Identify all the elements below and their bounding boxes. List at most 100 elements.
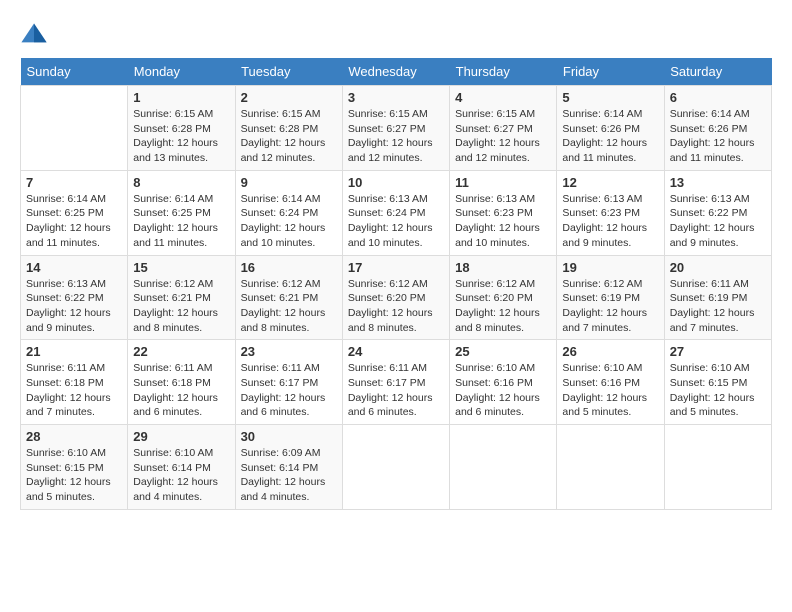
- day-info: Sunrise: 6:11 AMSunset: 6:17 PMDaylight:…: [348, 361, 444, 420]
- day-cell: 1 Sunrise: 6:15 AMSunset: 6:28 PMDaylight…: [128, 86, 235, 171]
- day-cell: 21 Sunrise: 6:11 AMSunset: 6:18 PMDayligh…: [21, 340, 128, 425]
- day-number: 12: [562, 175, 658, 190]
- day-info: Sunrise: 6:13 AMSunset: 6:23 PMDaylight:…: [562, 192, 658, 251]
- day-cell: [450, 425, 557, 510]
- day-cell: 8 Sunrise: 6:14 AMSunset: 6:25 PMDaylight…: [128, 170, 235, 255]
- day-number: 30: [241, 429, 337, 444]
- day-cell: 26 Sunrise: 6:10 AMSunset: 6:16 PMDayligh…: [557, 340, 664, 425]
- day-number: 3: [348, 90, 444, 105]
- day-number: 11: [455, 175, 551, 190]
- day-cell: 22 Sunrise: 6:11 AMSunset: 6:18 PMDayligh…: [128, 340, 235, 425]
- day-cell: [21, 86, 128, 171]
- day-info: Sunrise: 6:11 AMSunset: 6:18 PMDaylight:…: [133, 361, 229, 420]
- day-number: 6: [670, 90, 766, 105]
- day-info: Sunrise: 6:15 AMSunset: 6:27 PMDaylight:…: [455, 107, 551, 166]
- day-info: Sunrise: 6:14 AMSunset: 6:25 PMDaylight:…: [26, 192, 122, 251]
- day-number: 13: [670, 175, 766, 190]
- day-number: 2: [241, 90, 337, 105]
- day-cell: 3 Sunrise: 6:15 AMSunset: 6:27 PMDaylight…: [342, 86, 449, 171]
- day-info: Sunrise: 6:14 AMSunset: 6:25 PMDaylight:…: [133, 192, 229, 251]
- logo: [20, 20, 52, 48]
- day-info: Sunrise: 6:13 AMSunset: 6:23 PMDaylight:…: [455, 192, 551, 251]
- week-row-5: 28 Sunrise: 6:10 AMSunset: 6:15 PMDayligh…: [21, 425, 772, 510]
- day-cell: 18 Sunrise: 6:12 AMSunset: 6:20 PMDayligh…: [450, 255, 557, 340]
- day-number: 22: [133, 344, 229, 359]
- day-info: Sunrise: 6:10 AMSunset: 6:16 PMDaylight:…: [455, 361, 551, 420]
- day-cell: 19 Sunrise: 6:12 AMSunset: 6:19 PMDayligh…: [557, 255, 664, 340]
- day-number: 25: [455, 344, 551, 359]
- day-cell: 11 Sunrise: 6:13 AMSunset: 6:23 PMDayligh…: [450, 170, 557, 255]
- day-cell: 25 Sunrise: 6:10 AMSunset: 6:16 PMDayligh…: [450, 340, 557, 425]
- day-number: 17: [348, 260, 444, 275]
- header-cell-monday: Monday: [128, 58, 235, 86]
- day-info: Sunrise: 6:12 AMSunset: 6:19 PMDaylight:…: [562, 277, 658, 336]
- day-cell: [557, 425, 664, 510]
- day-cell: 20Sunrise: 6:11 AMSunset: 6:19 PMDayligh…: [664, 255, 771, 340]
- day-cell: 23 Sunrise: 6:11 AMSunset: 6:17 PMDayligh…: [235, 340, 342, 425]
- header-row: SundayMondayTuesdayWednesdayThursdayFrid…: [21, 58, 772, 86]
- day-number: 19: [562, 260, 658, 275]
- day-number: 15: [133, 260, 229, 275]
- header-cell-tuesday: Tuesday: [235, 58, 342, 86]
- day-info: Sunrise: 6:10 AMSunset: 6:14 PMDaylight:…: [133, 446, 229, 505]
- day-number: 24: [348, 344, 444, 359]
- day-cell: 5Sunrise: 6:14 AMSunset: 6:26 PMDaylight…: [557, 86, 664, 171]
- day-number: 21: [26, 344, 122, 359]
- day-cell: 30 Sunrise: 6:09 AMSunset: 6:14 PMDayligh…: [235, 425, 342, 510]
- header-cell-friday: Friday: [557, 58, 664, 86]
- day-info: Sunrise: 6:12 AMSunset: 6:21 PMDaylight:…: [133, 277, 229, 336]
- day-number: 18: [455, 260, 551, 275]
- day-cell: 7 Sunrise: 6:14 AMSunset: 6:25 PMDaylight…: [21, 170, 128, 255]
- day-info: Sunrise: 6:10 AMSunset: 6:15 PMDaylight:…: [26, 446, 122, 505]
- day-number: 28: [26, 429, 122, 444]
- day-cell: 13Sunrise: 6:13 AMSunset: 6:22 PMDayligh…: [664, 170, 771, 255]
- day-cell: 2 Sunrise: 6:15 AMSunset: 6:28 PMDaylight…: [235, 86, 342, 171]
- day-cell: 4 Sunrise: 6:15 AMSunset: 6:27 PMDaylight…: [450, 86, 557, 171]
- day-info: Sunrise: 6:15 AMSunset: 6:27 PMDaylight:…: [348, 107, 444, 166]
- day-info: Sunrise: 6:13 AMSunset: 6:22 PMDaylight:…: [26, 277, 122, 336]
- week-row-3: 14 Sunrise: 6:13 AMSunset: 6:22 PMDayligh…: [21, 255, 772, 340]
- day-info: Sunrise: 6:11 AMSunset: 6:17 PMDaylight:…: [241, 361, 337, 420]
- week-row-2: 7 Sunrise: 6:14 AMSunset: 6:25 PMDaylight…: [21, 170, 772, 255]
- day-number: 14: [26, 260, 122, 275]
- day-cell: [342, 425, 449, 510]
- header-cell-wednesday: Wednesday: [342, 58, 449, 86]
- day-number: 1: [133, 90, 229, 105]
- day-number: 23: [241, 344, 337, 359]
- week-row-1: 1 Sunrise: 6:15 AMSunset: 6:28 PMDaylight…: [21, 86, 772, 171]
- day-cell: 17 Sunrise: 6:12 AMSunset: 6:20 PMDayligh…: [342, 255, 449, 340]
- day-number: 20: [670, 260, 766, 275]
- logo-icon: [20, 20, 48, 48]
- day-info: Sunrise: 6:12 AMSunset: 6:20 PMDaylight:…: [455, 277, 551, 336]
- day-number: 27: [670, 344, 766, 359]
- day-cell: 9Sunrise: 6:14 AMSunset: 6:24 PMDaylight…: [235, 170, 342, 255]
- day-info: Sunrise: 6:11 AMSunset: 6:18 PMDaylight:…: [26, 361, 122, 420]
- day-number: 29: [133, 429, 229, 444]
- day-number: 26: [562, 344, 658, 359]
- day-number: 10: [348, 175, 444, 190]
- day-cell: 10 Sunrise: 6:13 AMSunset: 6:24 PMDayligh…: [342, 170, 449, 255]
- day-number: 9: [241, 175, 337, 190]
- day-cell: 27Sunrise: 6:10 AMSunset: 6:15 PMDayligh…: [664, 340, 771, 425]
- day-info: Sunrise: 6:12 AMSunset: 6:21 PMDaylight:…: [241, 277, 337, 336]
- calendar-table: SundayMondayTuesdayWednesdayThursdayFrid…: [20, 58, 772, 510]
- day-number: 16: [241, 260, 337, 275]
- day-number: 8: [133, 175, 229, 190]
- day-number: 5: [562, 90, 658, 105]
- day-cell: 15 Sunrise: 6:12 AMSunset: 6:21 PMDayligh…: [128, 255, 235, 340]
- calendar-header: SundayMondayTuesdayWednesdayThursdayFrid…: [21, 58, 772, 86]
- day-cell: 14 Sunrise: 6:13 AMSunset: 6:22 PMDayligh…: [21, 255, 128, 340]
- day-info: Sunrise: 6:15 AMSunset: 6:28 PMDaylight:…: [133, 107, 229, 166]
- header: [20, 20, 772, 48]
- day-info: Sunrise: 6:09 AMSunset: 6:14 PMDaylight:…: [241, 446, 337, 505]
- day-number: 4: [455, 90, 551, 105]
- header-cell-saturday: Saturday: [664, 58, 771, 86]
- day-info: Sunrise: 6:15 AMSunset: 6:28 PMDaylight:…: [241, 107, 337, 166]
- day-info: Sunrise: 6:13 AMSunset: 6:24 PMDaylight:…: [348, 192, 444, 251]
- day-cell: [664, 425, 771, 510]
- day-info: Sunrise: 6:12 AMSunset: 6:20 PMDaylight:…: [348, 277, 444, 336]
- day-info: Sunrise: 6:10 AMSunset: 6:16 PMDaylight:…: [562, 361, 658, 420]
- day-number: 7: [26, 175, 122, 190]
- day-cell: 24 Sunrise: 6:11 AMSunset: 6:17 PMDayligh…: [342, 340, 449, 425]
- header-cell-sunday: Sunday: [21, 58, 128, 86]
